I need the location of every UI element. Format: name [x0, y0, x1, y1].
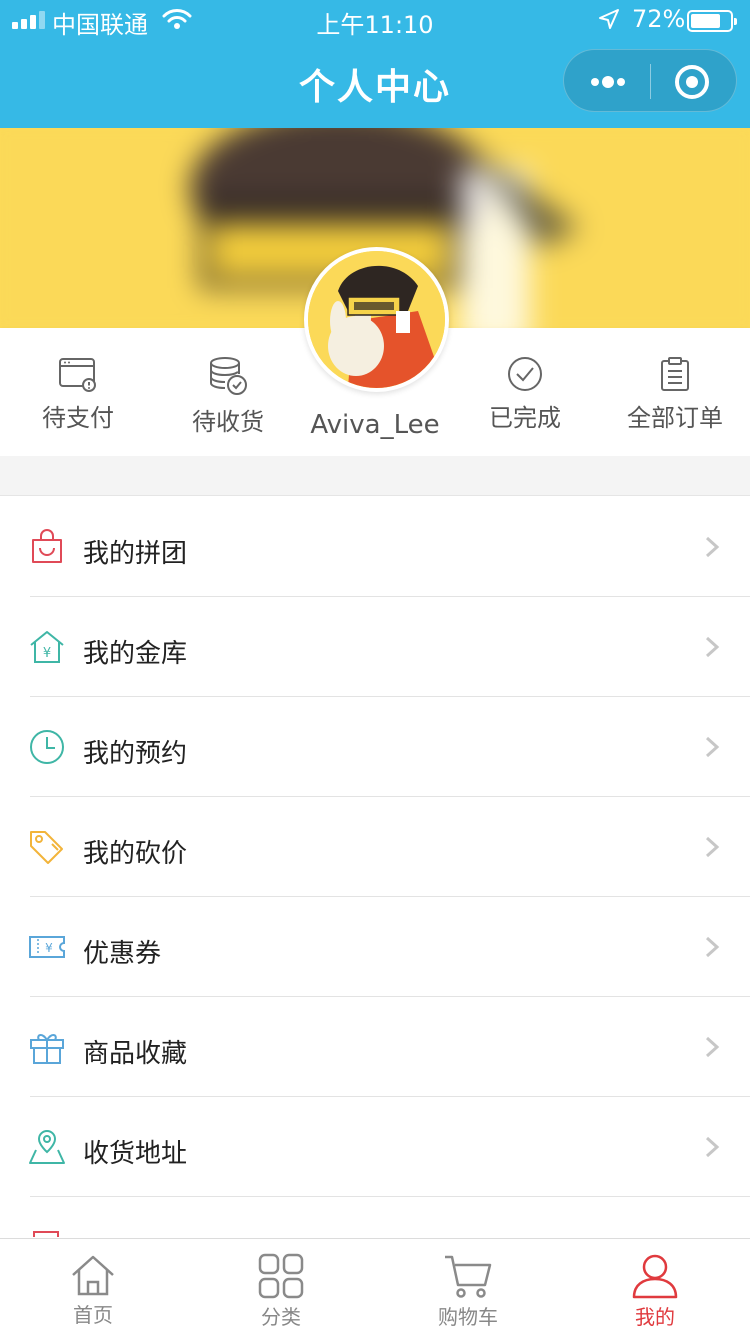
tab-cart[interactable]: 购物车: [408, 1253, 528, 1330]
menu-item-bargain[interactable]: 我的砍价: [0, 797, 750, 897]
user-icon: [632, 1254, 678, 1299]
wallet-pending-icon: [59, 358, 96, 392]
location-arrow-icon: [599, 9, 619, 29]
menu-item-label: 我的拼团: [83, 539, 188, 569]
bottom-tab-bar: 首页 分类 购物车 我的: [0, 1238, 750, 1334]
more-options-icon[interactable]: [588, 72, 628, 92]
menu-item-label: 我的砍价: [83, 839, 188, 869]
chevron-right-icon: [705, 736, 720, 758]
menu-item-vault[interactable]: ¥ 我的金库: [0, 597, 750, 697]
menu-list: 我的拼团 ¥ 我的金库 我的预约 我的砍价 ¥ 优惠券 商品收藏 收货地址: [0, 497, 750, 1237]
tab-label: 购物车: [438, 1305, 498, 1329]
vault-house-icon: ¥: [30, 631, 64, 663]
clock-icon: [30, 730, 64, 764]
grid-icon: [258, 1253, 304, 1299]
clipboard-icon: [661, 357, 689, 391]
chevron-right-icon: [705, 1036, 720, 1058]
check-circle-icon: [508, 357, 542, 391]
section-divider: [0, 456, 750, 496]
capsule-divider: [650, 64, 651, 99]
mini-program-capsule: [563, 49, 737, 112]
tab-me[interactable]: 我的: [595, 1253, 715, 1330]
menu-item-label: 收货地址: [83, 1139, 188, 1169]
chevron-right-icon: [705, 636, 720, 658]
tab-label: 首页: [73, 1303, 113, 1327]
map-pin-icon: [29, 1129, 65, 1164]
menu-item-partial[interactable]: [0, 1197, 750, 1237]
avatar-image: [308, 251, 445, 388]
gift-icon: [30, 1034, 64, 1064]
tab-category[interactable]: 分类: [221, 1253, 341, 1330]
coupon-icon: ¥: [29, 936, 65, 958]
coins-check-icon: [210, 357, 247, 395]
tab-label: 我的: [635, 1305, 675, 1329]
battery-percent: 72%: [632, 5, 686, 33]
menu-item-reservation[interactable]: 我的预约: [0, 697, 750, 797]
username: Aviva_Lee: [310, 410, 440, 440]
chevron-right-icon: [705, 936, 720, 958]
menu-item-label: 我的预约: [83, 739, 188, 769]
tab-home[interactable]: 首页: [33, 1253, 153, 1328]
menu-item-coupon[interactable]: ¥ 优惠券: [0, 897, 750, 997]
menu-item-favorites[interactable]: 商品收藏: [0, 997, 750, 1097]
menu-item-address[interactable]: 收货地址: [0, 1097, 750, 1197]
svg-text:¥: ¥: [45, 941, 53, 955]
status-bar: 中国联通 上午11:10 72%: [0, 0, 750, 40]
document-icon: [33, 1231, 59, 1237]
close-miniprogram-icon[interactable]: [674, 64, 710, 100]
tab-label: 分类: [261, 1305, 301, 1329]
chevron-right-icon: [705, 836, 720, 858]
menu-item-label: 优惠券: [83, 939, 162, 969]
shopping-bag-icon: [32, 529, 62, 563]
avatar[interactable]: [304, 247, 449, 392]
battery-icon: [687, 10, 737, 32]
price-tag-icon: [30, 831, 63, 864]
cart-icon: [445, 1255, 492, 1298]
home-icon: [72, 1255, 114, 1296]
chevron-right-icon: [705, 1136, 720, 1158]
menu-item-label: 商品收藏: [83, 1039, 188, 1069]
svg-text:¥: ¥: [43, 646, 51, 661]
menu-item-group-buy[interactable]: 我的拼团: [0, 497, 750, 597]
chevron-right-icon: [705, 536, 720, 558]
top-bar: 中国联通 上午11:10 72% 个人中心: [0, 0, 750, 128]
menu-item-label: 我的金库: [83, 639, 188, 669]
